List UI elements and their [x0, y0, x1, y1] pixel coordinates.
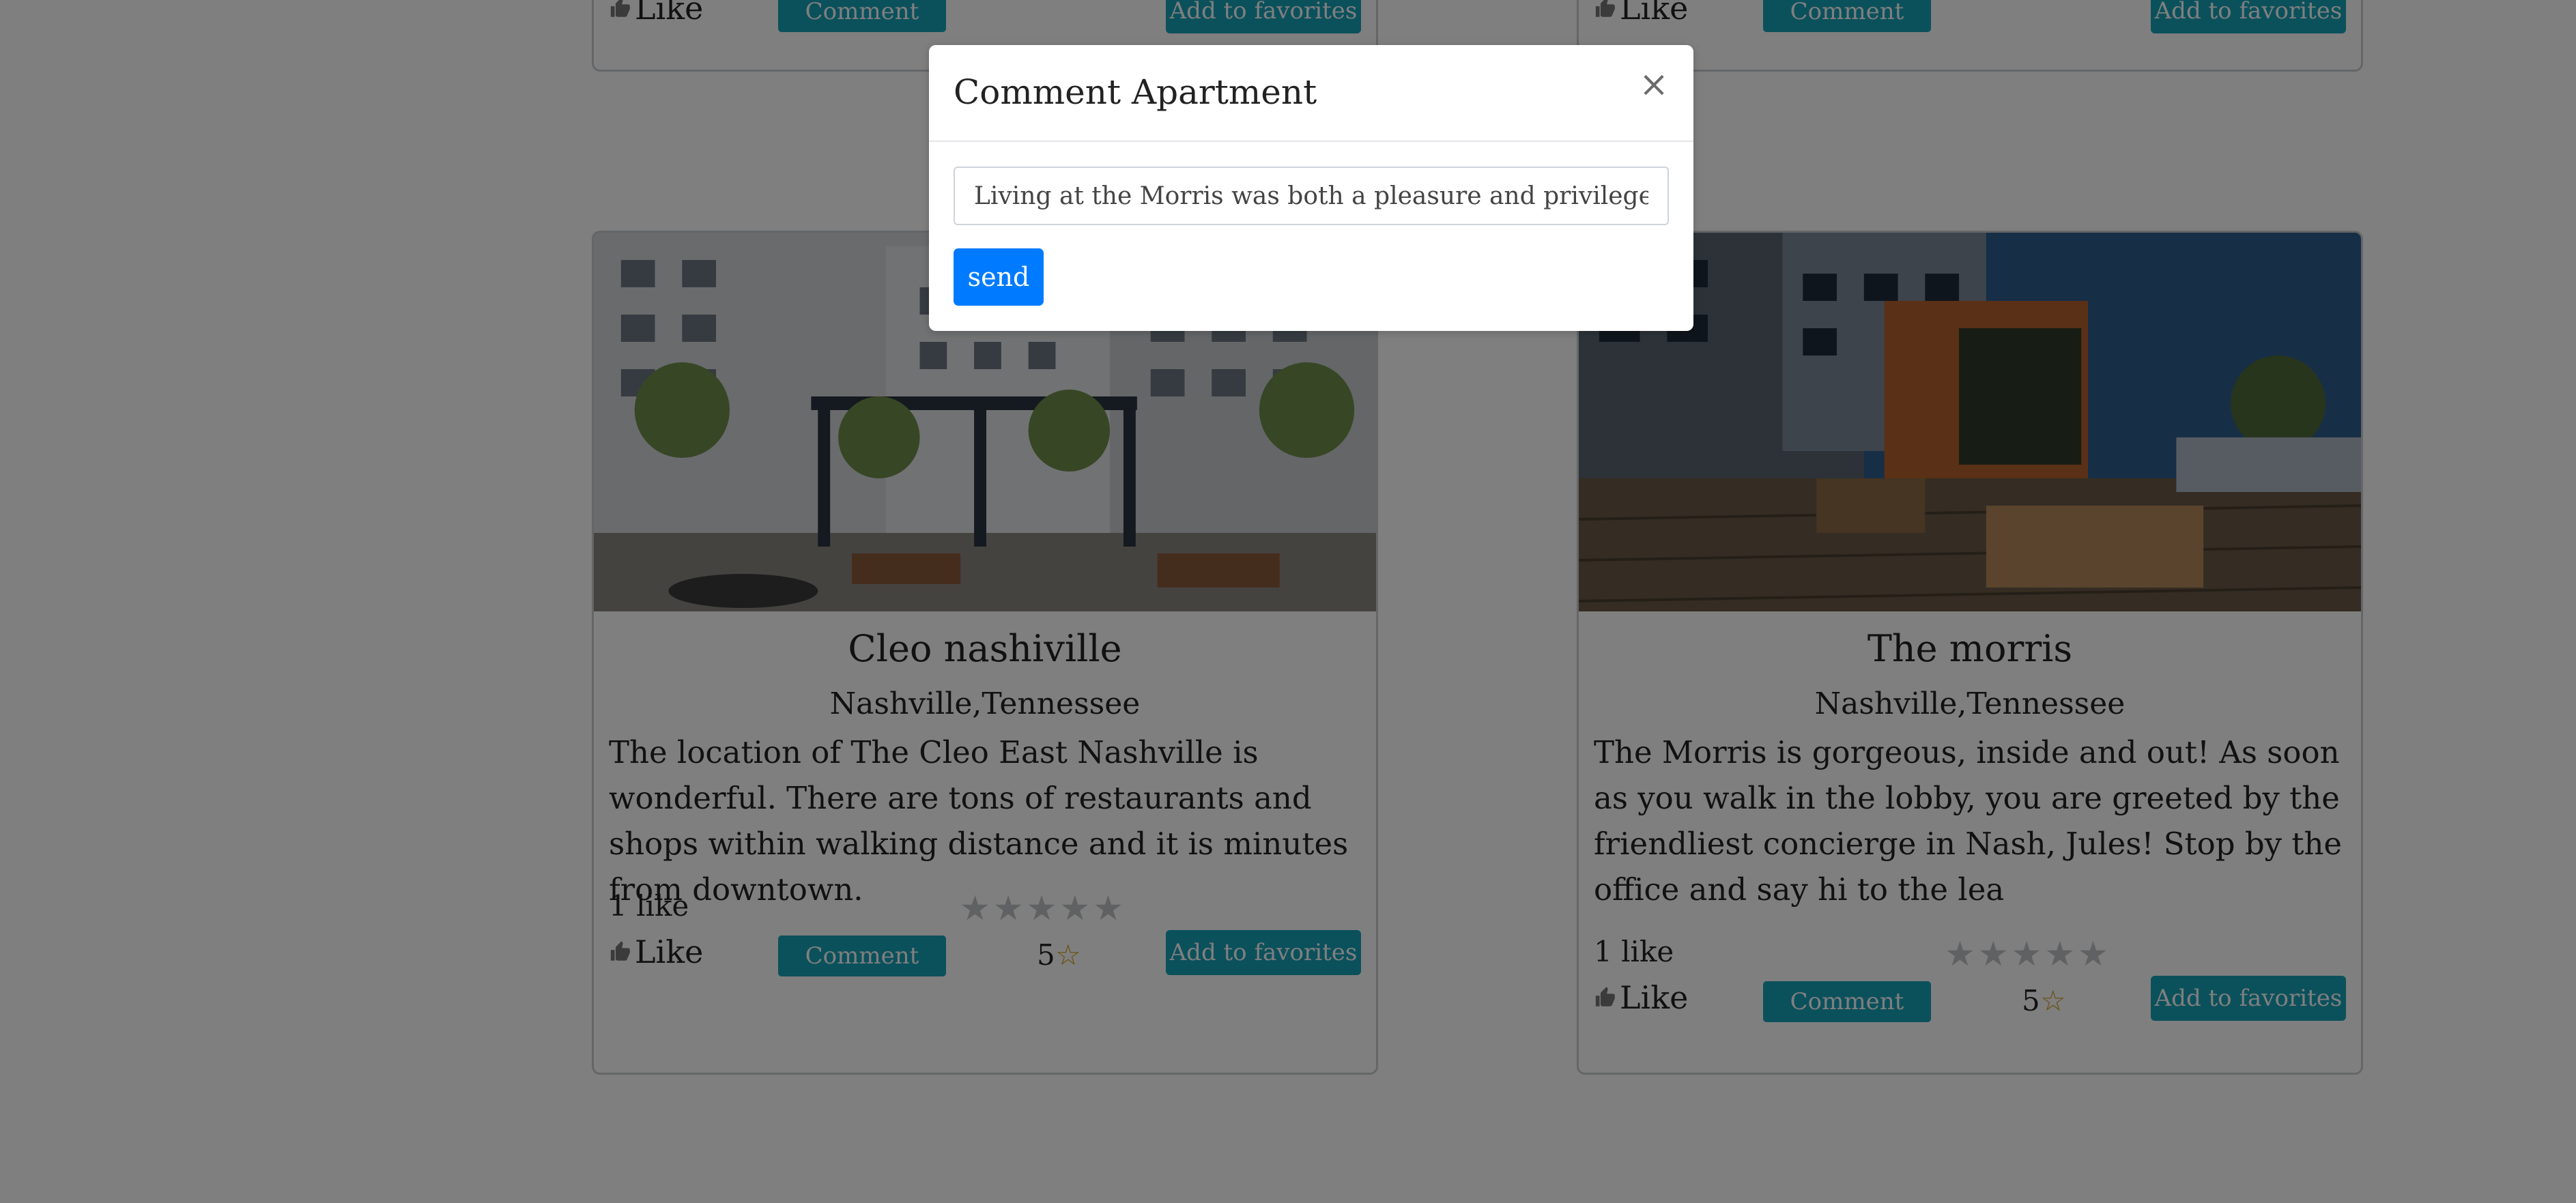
- comment-input[interactable]: [954, 166, 1669, 225]
- comment-modal: Comment Apartment × send: [929, 45, 1693, 331]
- apartments-page: Like Comment Add to favorites Like Comme…: [0, 0, 2576, 1203]
- send-button[interactable]: send: [954, 248, 1044, 306]
- modal-header: Comment Apartment ×: [929, 45, 1693, 142]
- modal-title: Comment Apartment: [954, 72, 1317, 112]
- close-icon[interactable]: ×: [1635, 66, 1673, 104]
